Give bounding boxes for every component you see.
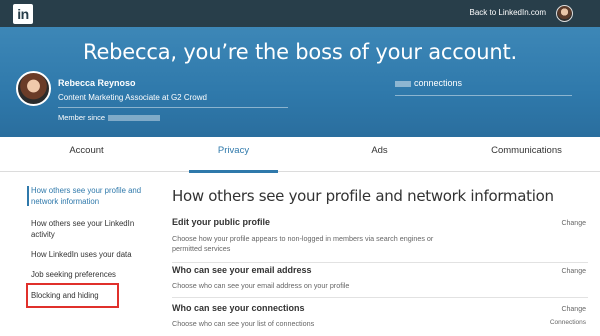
setting-title: Edit your public profile <box>172 217 271 227</box>
setting-description: Choose who can see your list of connecti… <box>172 319 315 328</box>
setting-title: Who can see your email address <box>172 265 312 275</box>
section-heading: How others see your profile and network … <box>172 187 554 205</box>
member-since: Member since <box>58 113 161 122</box>
setting-public-profile[interactable]: Edit your public profile Choose how your… <box>172 217 588 263</box>
setting-description: Choose who can see your email address on… <box>172 281 350 290</box>
change-button[interactable]: Change <box>561 268 586 275</box>
tab-communications[interactable]: Communications <box>460 137 593 172</box>
redacted-count <box>395 81 411 87</box>
page-title: Rebecca, you’re the boss of your account… <box>83 40 517 64</box>
setting-email-visibility[interactable]: Who can see your email address Choose wh… <box>172 265 588 298</box>
change-button[interactable]: Change <box>561 306 586 313</box>
setting-description: Choose how your profile appears to non-l… <box>172 234 434 253</box>
settings-tabs: Account Privacy Ads Communications <box>0 137 600 173</box>
profile-avatar <box>16 71 51 106</box>
avatar[interactable] <box>556 5 573 22</box>
setting-title: Who can see your connections <box>172 303 305 313</box>
sidebar-item-linkedin-activity[interactable]: How others see your LinkedIn activity <box>31 218 155 240</box>
connections-label: connections <box>414 78 463 88</box>
setting-connections-visibility[interactable]: Who can see your connections Choose who … <box>172 303 588 336</box>
sidebar-item-job-seeking[interactable]: Job seeking preferences <box>31 269 155 280</box>
tab-ads[interactable]: Ads <box>313 137 446 172</box>
redacted-date <box>108 115 161 122</box>
profile-name: Rebecca Reynoso <box>58 78 136 88</box>
current-setting-value: Connections <box>549 319 586 326</box>
linkedin-logo-icon[interactable]: in <box>13 4 33 24</box>
change-button[interactable]: Change <box>561 220 586 227</box>
divider <box>58 107 288 108</box>
member-since-label: Member since <box>58 113 106 122</box>
divider <box>395 95 572 96</box>
tab-account[interactable]: Account <box>20 137 153 172</box>
hero-banner: Rebecca, you’re the boss of your account… <box>0 27 600 137</box>
highlight-annotation <box>26 283 119 308</box>
back-to-linkedin-link[interactable]: Back to LinkedIn.com <box>470 8 546 17</box>
tab-privacy[interactable]: Privacy <box>167 137 300 173</box>
profile-headline: Content Marketing Associate at G2 Crowd <box>58 93 207 102</box>
top-nav-bar: in Back to LinkedIn.com <box>0 0 600 27</box>
sidebar-item-profile-network[interactable]: How others see your profile and network … <box>27 185 155 207</box>
sidebar-item-data-use[interactable]: How LinkedIn uses your data <box>31 249 155 260</box>
